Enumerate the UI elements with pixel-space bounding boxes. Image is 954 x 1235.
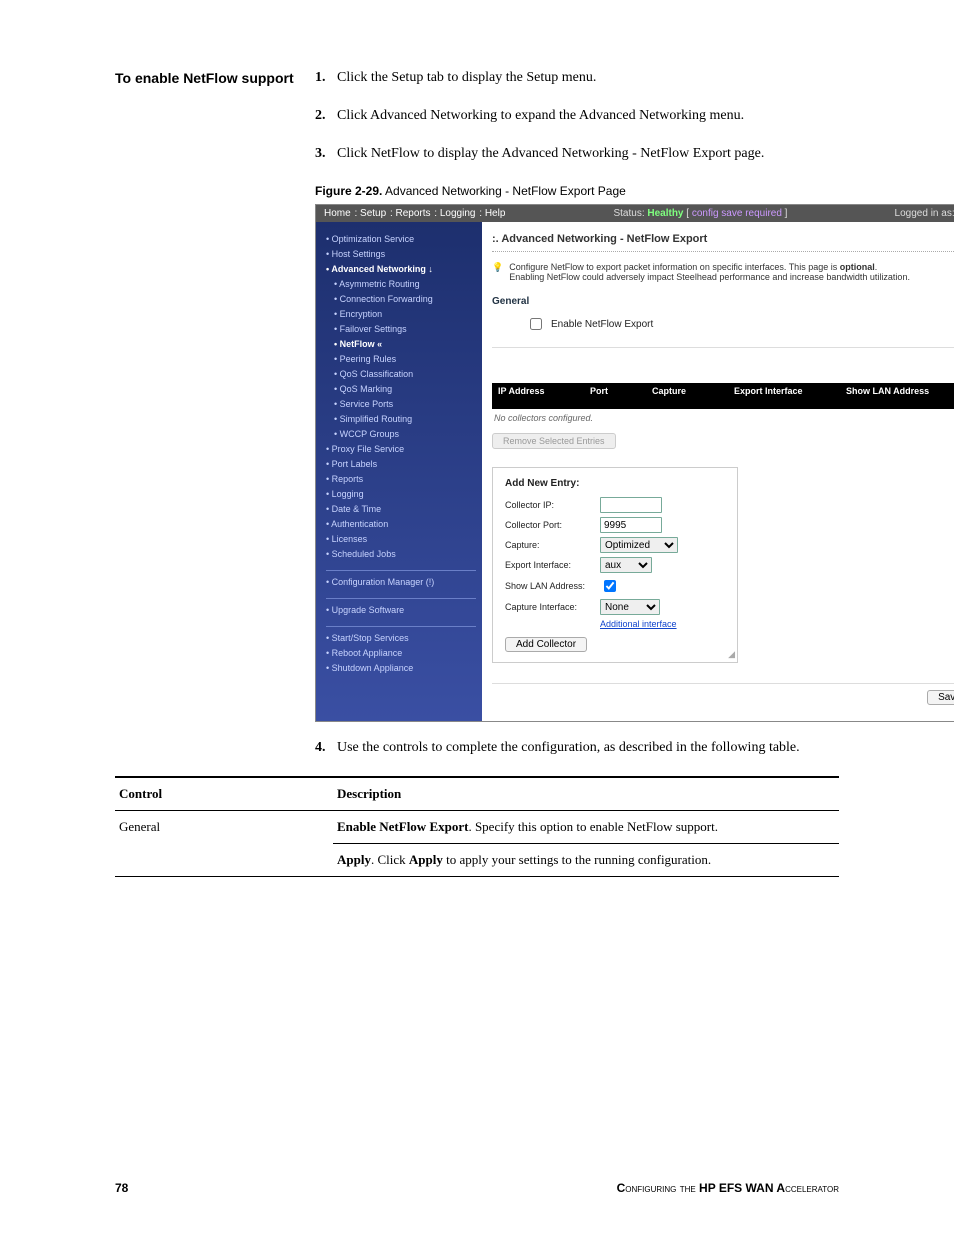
sidebar-item[interactable]: • Licenses — [326, 532, 476, 547]
sidebar-item[interactable]: • Asymmetric Routing — [334, 277, 476, 292]
tab-help[interactable]: Help — [485, 208, 506, 219]
capture-label: Capture: — [505, 540, 600, 550]
step-text: Use the controls to complete the configu… — [337, 740, 839, 756]
main-panel: :. Advanced Networking - NetFlow Export … — [482, 222, 954, 721]
collector-port-input[interactable] — [600, 517, 662, 533]
config-save-link[interactable]: config save required — [692, 208, 782, 219]
sidebar-item[interactable]: • Start/Stop Services — [326, 631, 476, 646]
step-text: Click NetFlow to display the Advanced Ne… — [337, 146, 954, 162]
info-notice: 💡 Configure NetFlow to export packet inf… — [492, 262, 954, 282]
status-text: Status: Healthy [ config save required ] — [613, 208, 787, 219]
sidebar-item[interactable]: • Configuration Manager (!) — [326, 575, 476, 590]
sidebar-item[interactable]: • Port Labels — [326, 457, 476, 472]
sidebar-item[interactable]: • Reboot Appliance — [326, 646, 476, 661]
page-title: :. Advanced Networking - NetFlow Export — [492, 233, 707, 245]
add-collector-button[interactable]: Add Collector — [505, 637, 587, 652]
capture-interface-select[interactable]: None — [600, 599, 660, 615]
page-number: 78 — [115, 1181, 128, 1195]
resize-handle-icon[interactable]: ◢ — [728, 649, 735, 660]
show-lan-checkbox[interactable] — [604, 580, 616, 592]
lightbulb-icon: 💡 — [492, 262, 503, 273]
sidebar-item[interactable]: • Scheduled Jobs — [326, 547, 476, 562]
page-footer: 78 Configuring the HP EFS WAN Accelerato… — [115, 1181, 839, 1195]
topbar-tabs: Home : Setup : Reports : Logging : Help — [324, 208, 506, 219]
tab-home[interactable]: Home — [324, 208, 351, 219]
steps-list: 1.Click the Setup tab to display the Set… — [315, 70, 954, 162]
step-number: 4. — [315, 740, 337, 756]
table-header-control: Control — [115, 777, 333, 811]
tab-setup[interactable]: Setup — [360, 208, 386, 219]
sidebar-item[interactable]: • Connection Forwarding — [334, 292, 476, 307]
sidebar-item[interactable]: • Optimization Service — [326, 232, 476, 247]
sidebar-item[interactable]: • Reports — [326, 472, 476, 487]
form-title: Add New Entry: — [505, 478, 725, 489]
collector-ip-label: Collector IP: — [505, 500, 600, 510]
step-number: 3. — [315, 146, 337, 162]
sidebar-item[interactable]: • Peering Rules — [334, 352, 476, 367]
step-number: 2. — [315, 108, 337, 124]
table-cell: Enable NetFlow Export. Specify this opti… — [333, 811, 839, 844]
sidebar-item[interactable]: • Host Settings — [326, 247, 476, 262]
sidebar-item[interactable]: • Advanced Networking ↓ — [326, 262, 476, 277]
screenshot-frame: Home : Setup : Reports : Logging : Help … — [315, 204, 954, 722]
sidebar-item[interactable]: • Upgrade Software — [326, 603, 476, 618]
login-info: Logged in as: admin [ logout ] — [895, 208, 954, 219]
step-number: 1. — [315, 70, 337, 86]
table-cell: Apply. Click Apply to apply your setting… — [333, 844, 839, 877]
collector-port-label: Collector Port: — [505, 520, 600, 530]
figure-caption: Figure 2-29. Advanced Networking - NetFl… — [315, 184, 954, 198]
sidebar-item[interactable]: • Proxy File Service — [326, 442, 476, 457]
enable-netflow-checkbox[interactable] — [530, 318, 542, 330]
capture-interface-label: Capture Interface: — [505, 602, 600, 612]
collector-ip-input[interactable] — [600, 497, 662, 513]
save-button[interactable]: Save — [927, 690, 954, 705]
sidebar-item[interactable]: • Shutdown Appliance — [326, 661, 476, 676]
table-empty-message: No collectors configured. — [492, 409, 954, 433]
table-header-description: Description — [333, 777, 839, 811]
step-text: Click the Setup tab to display the Setup… — [337, 70, 954, 86]
table-cell: General — [115, 811, 333, 877]
capture-select[interactable]: Optimized — [600, 537, 678, 553]
sidebar-item[interactable]: • Authentication — [326, 517, 476, 532]
export-interface-label: Export Interface: — [505, 560, 600, 570]
sidebar-item[interactable]: • Encryption — [334, 307, 476, 322]
sidebar-item[interactable]: • NetFlow « — [334, 337, 476, 352]
description-table: Control Description General Enable NetFl… — [115, 776, 839, 877]
add-entry-form: Add New Entry: Collector IP: Collector P… — [492, 467, 738, 663]
collectors-table-header: IP Address Port Capture Export Interface… — [492, 383, 954, 409]
sidebar-item[interactable]: • Date & Time — [326, 502, 476, 517]
sidebar: • Optimization Service• Host Settings• A… — [316, 222, 482, 721]
remove-selected-button[interactable]: Remove Selected Entries — [492, 433, 616, 449]
sidebar-item[interactable]: • QoS Marking — [334, 382, 476, 397]
additional-interface-link[interactable]: Additional interface — [600, 619, 677, 629]
tab-reports[interactable]: Reports — [396, 208, 431, 219]
sidebar-item[interactable]: • Simplified Routing — [334, 412, 476, 427]
sidebar-item[interactable]: • Failover Settings — [334, 322, 476, 337]
general-header: General — [492, 296, 954, 307]
export-interface-select[interactable]: aux — [600, 557, 652, 573]
sidebar-item[interactable]: • Service Ports — [334, 397, 476, 412]
footer-title: Configuring the HP EFS WAN Accelerator — [617, 1181, 839, 1195]
show-lan-label: Show LAN Address: — [505, 581, 600, 591]
sidebar-item[interactable]: • QoS Classification — [334, 367, 476, 382]
tab-logging[interactable]: Logging — [440, 208, 476, 219]
enable-netflow-label: Enable NetFlow Export — [551, 319, 653, 330]
section-heading: To enable NetFlow support — [115, 70, 315, 722]
step-text: Click Advanced Networking to expand the … — [337, 108, 954, 124]
app-topbar: Home : Setup : Reports : Logging : Help … — [316, 205, 954, 222]
sidebar-item[interactable]: • Logging — [326, 487, 476, 502]
sidebar-item[interactable]: • WCCP Groups — [334, 427, 476, 442]
